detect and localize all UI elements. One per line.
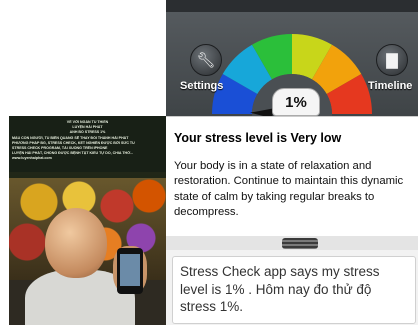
stress-value: 1% [272,88,320,116]
photo-caption-overlay: VỀ VỚI NGÀN TU THIỀN LUYỆN HẢI PHÁT ANH … [9,116,166,178]
gauge-panel: 🔧︎ Settings ▇ Timeline 1% [166,12,418,116]
phone-in-hand [117,248,143,294]
status-strip [166,0,418,12]
drag-grip-icon[interactable] [282,238,318,249]
settings-label[interactable]: Settings [180,80,223,92]
person-figure [25,208,135,325]
timeline-button[interactable]: ▇ [376,44,408,76]
wrench-icon: 🔧︎ [196,51,216,69]
result-body: Your body is in a state of relaxation an… [174,160,404,218]
caption-body-line: www.luyenhaiphat.com [12,156,52,161]
user-photo: VỀ VỚI NGÀN TU THIỀN LUYỆN HẢI PHÁT ANH … [9,116,166,325]
bar-chart-icon: ▇ [386,51,398,69]
settings-button[interactable]: 🔧︎ [190,44,222,76]
post-text: Stress Check app says my stress level is… [180,264,380,314]
stress-check-app: 🔧︎ Settings ▇ Timeline 1% Your stress le… [166,0,418,325]
timeline-label[interactable]: Timeline [368,80,412,92]
result-panel: Your stress level is Very low Your body … [166,116,418,237]
result-headline: Your stress level is Very low [174,131,342,145]
person-head [45,208,107,278]
post-text-box[interactable]: Stress Check app says my stress level is… [172,256,416,324]
